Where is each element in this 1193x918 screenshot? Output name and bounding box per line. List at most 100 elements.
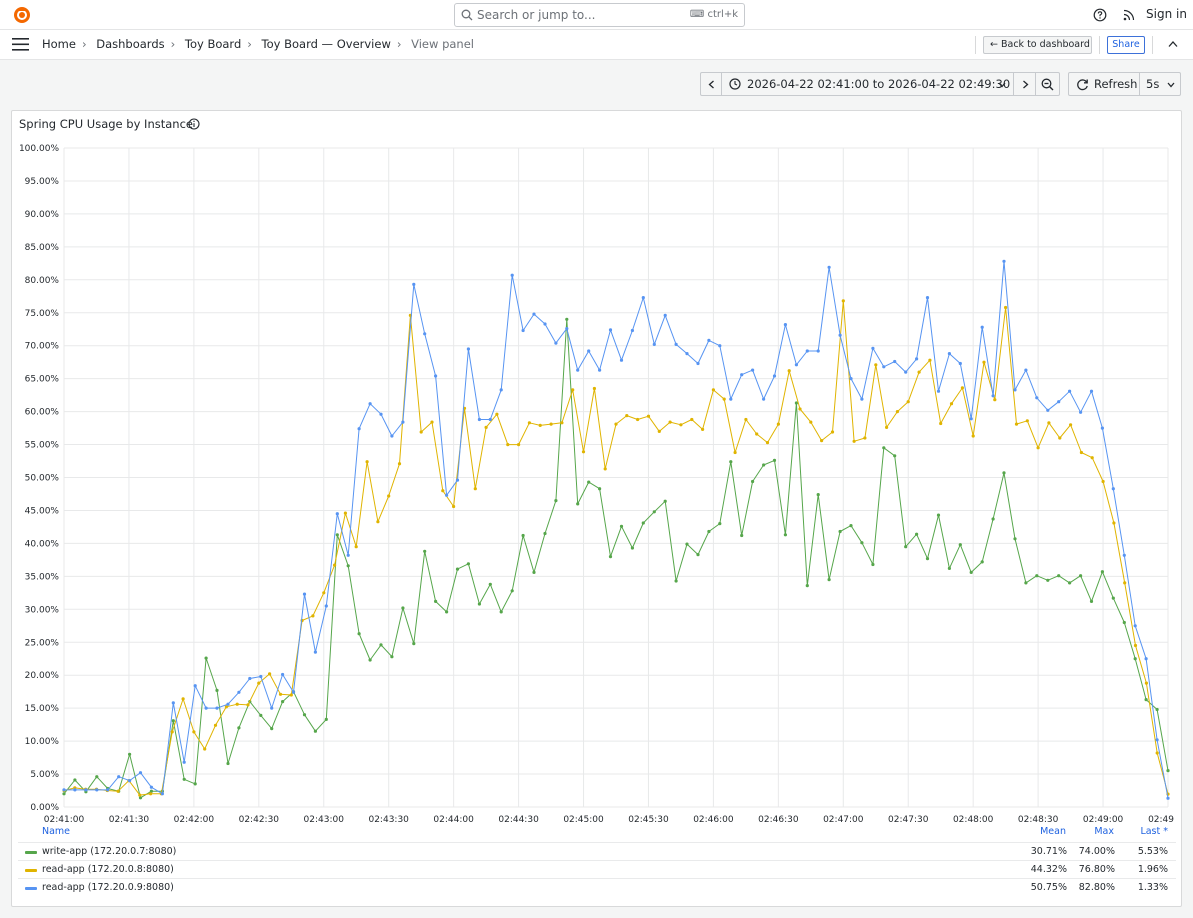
y-tick-label: 45.00% <box>25 506 60 516</box>
data-point <box>397 462 402 466</box>
data-point <box>939 421 943 426</box>
cpu-usage-chart[interactable]: 0.00% 5.00% 10.00% 15.00% 20.00% 25.00% 30.00%… <box>0 0 1193 830</box>
data-point <box>484 425 488 429</box>
data-point <box>171 719 175 723</box>
legend-header-name[interactable]: Name <box>42 826 70 837</box>
data-point <box>1155 738 1159 742</box>
legend-series-name: read-app (172.20.0.9:8080) <box>42 882 174 893</box>
data-point <box>1100 570 1104 574</box>
data-point <box>1089 599 1094 604</box>
data-point <box>696 553 700 557</box>
data-point <box>160 792 164 796</box>
data-point <box>838 333 842 337</box>
data-point <box>679 423 683 427</box>
data-point <box>270 727 274 731</box>
data-point <box>696 361 700 366</box>
data-point <box>1144 698 1148 702</box>
data-point <box>62 788 66 792</box>
data-point <box>62 792 66 796</box>
data-point <box>904 370 908 374</box>
legend-series-name: write-app (172.20.0.7:8080) <box>42 846 177 857</box>
data-point <box>619 358 624 362</box>
data-point <box>598 368 602 372</box>
data-point <box>1024 368 1028 372</box>
data-point <box>1100 426 1104 430</box>
legend-max-value: 74.00% <box>1078 846 1115 857</box>
legend-header-mean[interactable]: Mean <box>1026 826 1066 837</box>
data-point <box>1090 456 1094 460</box>
data-point <box>772 458 777 462</box>
data-point <box>149 792 153 796</box>
y-tick-label: 10.00% <box>25 737 60 747</box>
data-point <box>871 562 875 567</box>
x-tick-label: 02:41:00 <box>44 815 85 825</box>
data-point <box>527 421 532 425</box>
data-point <box>1155 707 1159 712</box>
data-point <box>412 282 416 286</box>
data-point <box>281 700 285 704</box>
data-point <box>1036 446 1040 450</box>
data-point <box>138 796 143 800</box>
data-point <box>213 723 218 727</box>
data-point <box>182 777 186 781</box>
data-point <box>915 357 919 361</box>
data-point <box>466 347 470 351</box>
data-point <box>268 672 272 676</box>
data-point <box>652 342 656 346</box>
data-point <box>614 422 618 426</box>
data-point <box>441 489 445 493</box>
data-point <box>936 389 941 393</box>
data-point <box>549 422 553 426</box>
data-point <box>1058 436 1062 440</box>
legend-row[interactable]: read-app (172.20.0.8:8080) 44.32% 76.80%… <box>18 860 1176 878</box>
data-point <box>192 730 196 734</box>
data-point <box>893 359 897 364</box>
data-point <box>971 434 975 438</box>
data-point <box>598 487 602 491</box>
data-point <box>390 434 394 438</box>
data-point <box>674 342 678 346</box>
data-point <box>259 713 263 718</box>
data-point <box>226 702 230 706</box>
data-point <box>729 460 733 464</box>
data-point <box>744 417 748 422</box>
data-point <box>521 533 525 538</box>
data-point <box>1013 537 1017 541</box>
data-point <box>1144 681 1148 685</box>
data-point <box>335 533 339 537</box>
data-point <box>915 532 919 536</box>
data-point <box>419 430 423 434</box>
data-point <box>587 349 591 353</box>
y-tick-label: 40.00% <box>25 539 60 549</box>
y-tick-label: 90.00% <box>25 210 60 220</box>
data-point <box>506 443 510 447</box>
y-tick-label: 85.00% <box>25 243 60 253</box>
legend-swatch <box>25 869 37 872</box>
data-point <box>235 702 239 706</box>
data-point <box>860 397 864 401</box>
data-point <box>928 358 932 362</box>
y-tick-label: 35.00% <box>25 572 60 582</box>
data-point <box>510 273 514 277</box>
data-point <box>816 493 820 497</box>
data-point <box>532 312 536 316</box>
data-point <box>798 407 802 411</box>
data-point <box>1122 620 1126 625</box>
data-point <box>630 546 635 550</box>
legend-header-last[interactable]: Last * <box>1126 826 1168 837</box>
legend-row[interactable]: write-app (172.20.0.7:8080) 30.71% 74.00… <box>18 842 1176 860</box>
data-point <box>565 327 569 331</box>
y-tick-label: 25.00% <box>25 638 60 648</box>
data-point <box>652 510 656 514</box>
data-point <box>302 713 307 717</box>
data-point <box>423 549 427 553</box>
data-point <box>762 397 766 401</box>
legend-header-max[interactable]: Max <box>1080 826 1114 837</box>
data-point <box>849 524 853 528</box>
data-point <box>346 564 350 568</box>
data-point <box>958 361 962 366</box>
legend-row[interactable]: read-app (172.20.0.9:8080) 50.75% 82.80%… <box>18 878 1176 896</box>
data-point <box>783 323 788 327</box>
data-point <box>333 563 337 567</box>
data-point <box>1047 421 1051 425</box>
